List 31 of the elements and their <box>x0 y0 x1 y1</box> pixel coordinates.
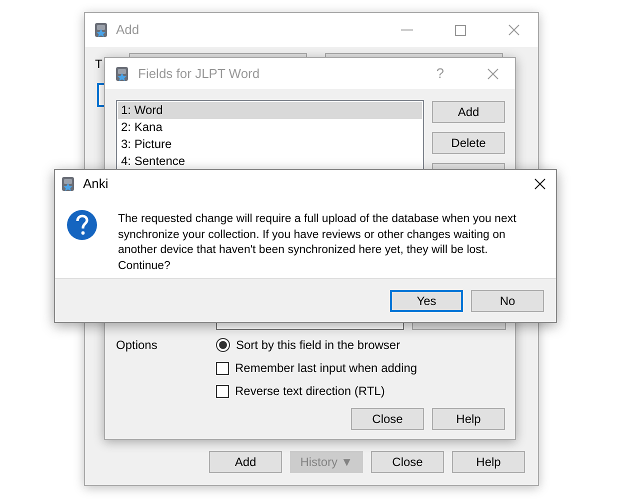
question-icon <box>66 209 98 241</box>
maximize-icon[interactable] <box>455 24 466 36</box>
type-label: T <box>95 56 104 73</box>
button[interactable]: No <box>471 290 544 312</box>
button[interactable]: Add <box>209 451 282 473</box>
button[interactable]: Help <box>432 408 505 430</box>
button[interactable]: Close <box>351 408 424 430</box>
field-list-item[interactable]: 3: Picture <box>118 136 422 153</box>
option-label: Reverse text direction (RTL) <box>235 383 385 400</box>
field-list-item[interactable]: 1: Word <box>118 102 422 119</box>
window-title: Fields for JLPT Word <box>138 64 260 83</box>
dialog-message: The requested change will require a full upload of the database when you next synchronize your collection. If you have reviews or other changes waiting on another device that haven't been synchronized here yet, they will be lost. Continue? <box>118 212 518 274</box>
app-icon <box>61 176 75 192</box>
button[interactable]: Close <box>371 451 444 473</box>
radio-button[interactable] <box>216 338 230 352</box>
button[interactable]: Delete <box>432 132 505 154</box>
option-label: Remember last input when adding <box>235 360 418 377</box>
app-icon <box>94 22 108 38</box>
options-label: Options <box>116 337 158 354</box>
button[interactable]: Help <box>452 451 525 473</box>
option-label: Sort by this field in the browser <box>236 337 400 354</box>
close-icon[interactable] <box>534 178 546 190</box>
checkbox[interactable] <box>216 362 229 374</box>
app-icon <box>115 66 129 82</box>
field-list-item[interactable]: 2: Kana <box>118 119 422 136</box>
button[interactable]: Add <box>432 101 505 123</box>
checkbox[interactable] <box>216 384 229 398</box>
field-list-item[interactable]: 4: Sentence <box>118 153 422 170</box>
button[interactable]: Yes <box>390 290 463 312</box>
window-title: Add <box>116 21 140 40</box>
window-title: Anki <box>83 174 108 193</box>
